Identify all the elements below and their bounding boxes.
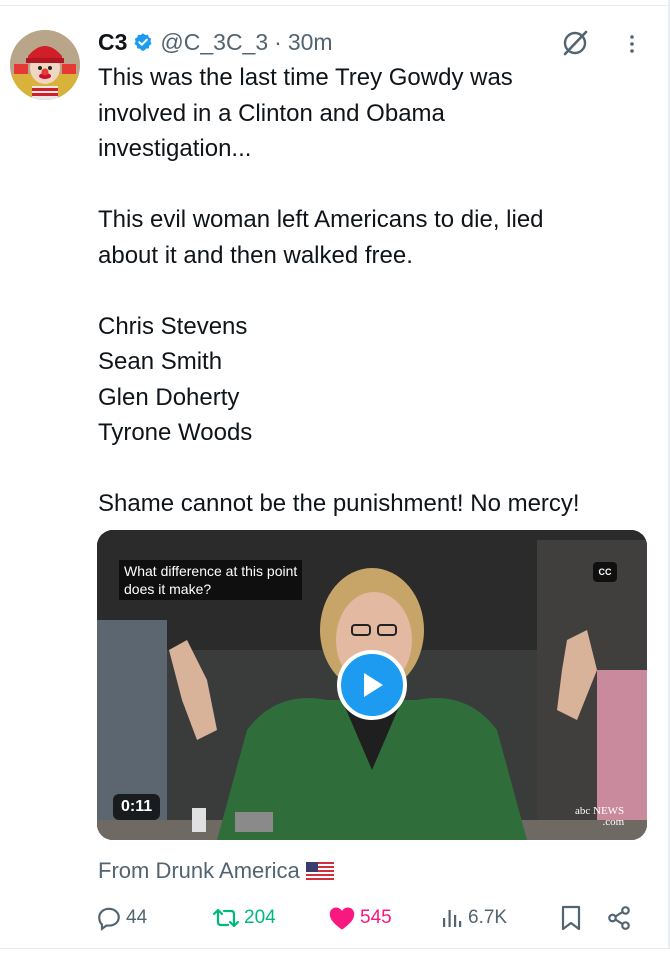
source-attribution[interactable]: From Drunk America	[98, 858, 334, 884]
us-flag-icon	[305, 862, 334, 880]
tweet-line: about it and then walked free.	[98, 241, 413, 269]
display-name[interactable]: C3	[98, 29, 127, 56]
reply-count: 44	[126, 907, 148, 928]
like-button[interactable]: 545	[328, 902, 392, 934]
play-button[interactable]	[337, 650, 407, 720]
caption-line: What difference at this point	[124, 563, 298, 579]
caption-line: does it make?	[124, 581, 212, 597]
view-count: 6.7K	[468, 907, 508, 928]
tweet-line: investigation...	[98, 135, 252, 162]
repost-icon	[212, 908, 240, 928]
tweet-line: Chris Stevens	[98, 312, 248, 340]
bookmark-icon	[561, 905, 581, 931]
video-duration: 0:11	[113, 794, 161, 820]
share-button[interactable]	[606, 902, 632, 934]
repost-count: 204	[244, 907, 276, 928]
reply-icon	[98, 907, 120, 931]
handle[interactable]: @C_3C_3	[160, 29, 268, 56]
grok-icon[interactable]	[560, 28, 590, 58]
share-icon	[608, 906, 630, 930]
play-icon	[364, 673, 383, 697]
tweet-line: involved in a Clinton and Obama	[98, 99, 445, 127]
tweet-gap	[98, 451, 658, 487]
tweet-line: Shame cannot be the punishment! No mercy…	[98, 490, 580, 517]
video-player[interactable]: What difference at this point does it ma…	[97, 530, 647, 840]
tweet-header: C3 @C_3C_3 · 30m	[98, 26, 333, 58]
closed-captions-button[interactable]: CC	[593, 562, 617, 582]
tweet-line: Glen Doherty	[98, 383, 240, 411]
avatar[interactable]	[10, 30, 80, 100]
action-bar: 44 204 545 6.7K	[0, 902, 670, 934]
header-separator: ·	[274, 28, 282, 55]
top-divider	[0, 0, 670, 6]
source-text: From Drunk America	[98, 858, 300, 883]
tweet-line: Sean Smith	[98, 348, 223, 375]
logo-line: .com	[602, 816, 625, 828]
tweet-gap	[98, 273, 658, 309]
more-dots-icon[interactable]	[620, 32, 644, 56]
reply-button[interactable]: 44	[96, 902, 147, 934]
tweet-line: This was the last time Trey Gowdy was	[98, 64, 513, 91]
tweet-line: Tyrone Woods	[98, 419, 253, 446]
tweet-gap	[98, 167, 658, 203]
abc-news-logo: abc NEWS .com	[575, 806, 624, 828]
tweet-text: This was the last time Trey Gowdy was in…	[98, 60, 658, 522]
verified-badge-icon	[134, 33, 152, 51]
heart-icon	[329, 907, 355, 930]
video-caption: What difference at this point does it ma…	[119, 560, 303, 600]
bottom-divider	[0, 948, 670, 962]
avatar-image	[10, 30, 80, 100]
views-button[interactable]: 6.7K	[440, 902, 507, 934]
repost-button[interactable]: 204	[212, 902, 276, 934]
views-chart-icon	[443, 910, 462, 927]
like-count: 545	[360, 907, 392, 928]
bookmark-button[interactable]	[560, 902, 582, 934]
timestamp[interactable]: 30m	[288, 29, 333, 56]
tweet-line: This evil woman left Americans to die, l…	[98, 206, 544, 233]
